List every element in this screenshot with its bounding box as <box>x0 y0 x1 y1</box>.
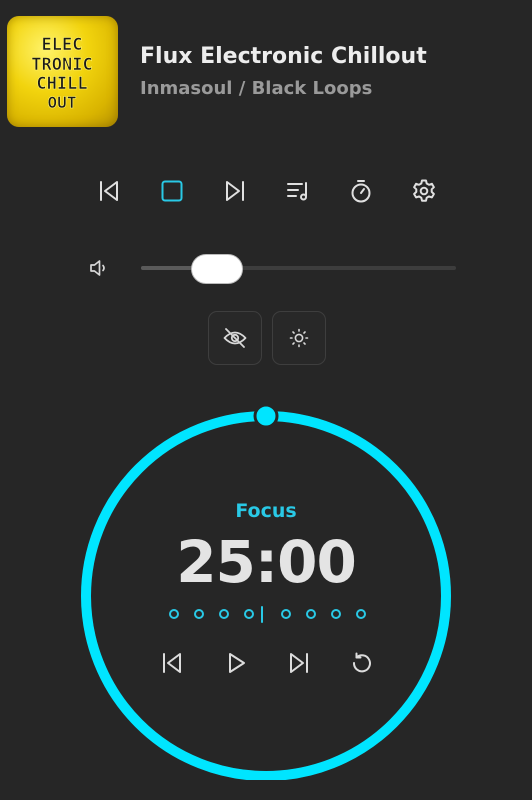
timer-reset-button[interactable] <box>347 648 377 678</box>
cover-text-line: ELEC <box>42 35 83 55</box>
previous-button[interactable] <box>93 175 125 207</box>
stop-button[interactable] <box>156 175 188 207</box>
cover-text-line: TRONIC <box>31 55 92 75</box>
session-dot <box>305 609 316 619</box>
album-cover: ELEC TRONIC CHILL OUT <box>7 16 118 127</box>
stop-icon <box>161 180 183 202</box>
speaker-icon[interactable] <box>88 257 110 279</box>
skip-forward-icon <box>290 653 308 673</box>
brightness-toggle[interactable] <box>272 311 326 365</box>
playlist-button[interactable] <box>282 175 314 207</box>
sun-icon <box>289 328 309 348</box>
skip-forward-icon <box>226 181 244 201</box>
timer-ring-progress <box>81 411 451 780</box>
track-title: Flux Electronic Chillout <box>140 44 427 69</box>
music-timer-app: ELEC TRONIC CHILL OUT Flux Electronic Ch… <box>0 0 532 800</box>
timer-countdown: 25:00 <box>176 528 357 596</box>
timer-play-button[interactable] <box>221 648 251 678</box>
session-break-divider <box>260 606 263 623</box>
settings-button[interactable] <box>408 175 440 207</box>
session-dot <box>168 609 179 619</box>
timer-button[interactable] <box>345 175 377 207</box>
volume-slider-track[interactable] <box>141 266 456 270</box>
session-dot <box>280 609 291 619</box>
timer-mode-label: Focus <box>235 500 297 522</box>
stopwatch-icon <box>351 180 371 203</box>
track-artist: Inmasoul / Black Loops <box>140 78 373 99</box>
reset-icon <box>352 652 371 673</box>
timer-ring-handle[interactable] <box>253 404 279 429</box>
cover-text-line: CHILL <box>36 74 87 94</box>
session-dot <box>218 609 229 619</box>
volume-slider-thumb[interactable] <box>190 254 243 284</box>
hide-visuals-toggle[interactable] <box>208 311 262 365</box>
skip-back-icon <box>163 653 181 673</box>
eye-off-icon <box>223 328 247 348</box>
next-button[interactable] <box>219 175 251 207</box>
session-dot <box>193 609 204 619</box>
playlist-icon <box>287 182 307 201</box>
timer-previous-button[interactable] <box>157 648 187 678</box>
gear-icon <box>413 179 435 202</box>
session-dot <box>243 609 254 619</box>
skip-back-icon <box>100 181 118 201</box>
play-icon <box>229 653 245 673</box>
session-dot <box>330 609 341 619</box>
timer-next-button[interactable] <box>284 648 314 678</box>
cover-text-line: OUT <box>48 93 77 112</box>
session-dot <box>355 609 366 619</box>
session-indicator <box>166 606 366 626</box>
